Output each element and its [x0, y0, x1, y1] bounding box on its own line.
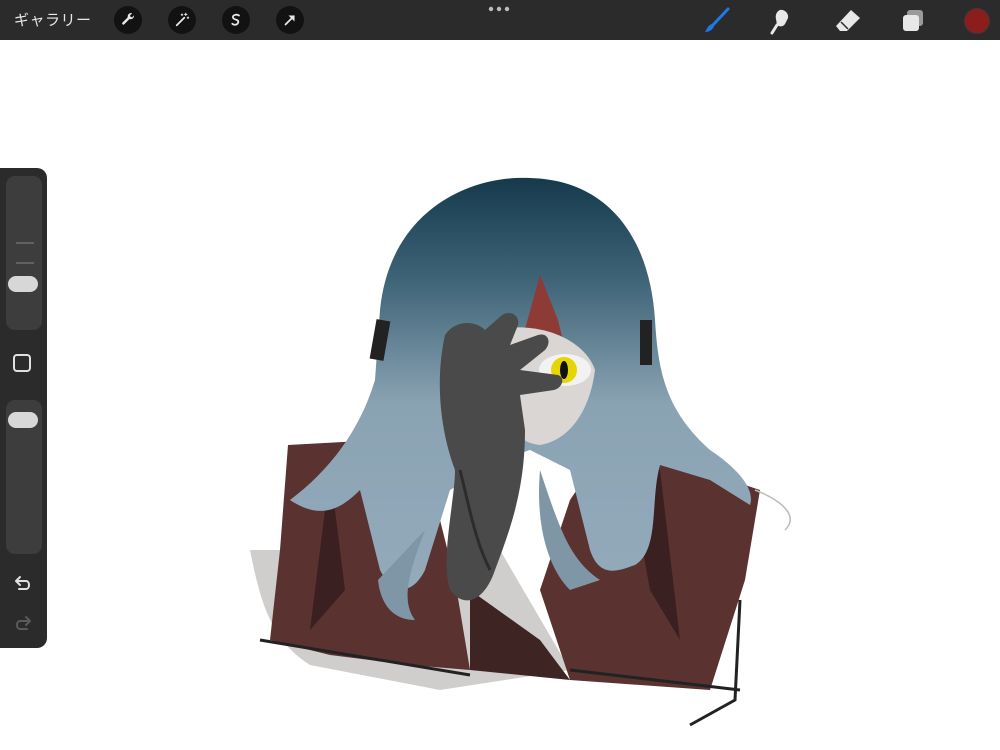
smudge-tool-button[interactable]: [767, 6, 797, 36]
brush-size-thumb[interactable]: [8, 276, 38, 292]
transform-button[interactable]: [276, 6, 304, 34]
artwork-illustration: [250, 177, 791, 727]
slider-tick: [16, 242, 34, 244]
selection-s-icon: [231, 13, 240, 26]
left-sidebar: [0, 168, 47, 648]
opacity-slider[interactable]: [6, 400, 42, 554]
brush-tool-button[interactable]: [702, 6, 732, 36]
eraser-tool-button[interactable]: [833, 6, 863, 36]
layers-icon: [903, 10, 923, 31]
transform-arrow-icon: [284, 15, 295, 26]
top-toolbar: ギャラリー: [0, 0, 1000, 40]
redo-icon[interactable]: [12, 614, 34, 636]
gallery-button[interactable]: ギャラリー: [14, 9, 92, 30]
modify-square-button[interactable]: [13, 354, 31, 372]
layers-button[interactable]: [898, 6, 928, 36]
actions-button[interactable]: [114, 6, 142, 34]
eraser-icon: [836, 10, 860, 31]
more-dots-icon[interactable]: [488, 3, 512, 15]
opacity-thumb[interactable]: [8, 412, 38, 428]
undo-icon[interactable]: [12, 574, 34, 596]
brush-icon: [705, 7, 730, 32]
brush-size-slider[interactable]: [6, 176, 42, 330]
adjustments-button[interactable]: [168, 6, 196, 34]
smudge-icon: [770, 9, 789, 35]
color-picker-button[interactable]: [964, 8, 990, 34]
selection-button[interactable]: [222, 6, 250, 34]
wrench-icon: [122, 13, 135, 25]
magic-wand-icon: [175, 12, 190, 27]
drawing-canvas[interactable]: [0, 40, 1000, 750]
slider-tick: [16, 262, 34, 264]
